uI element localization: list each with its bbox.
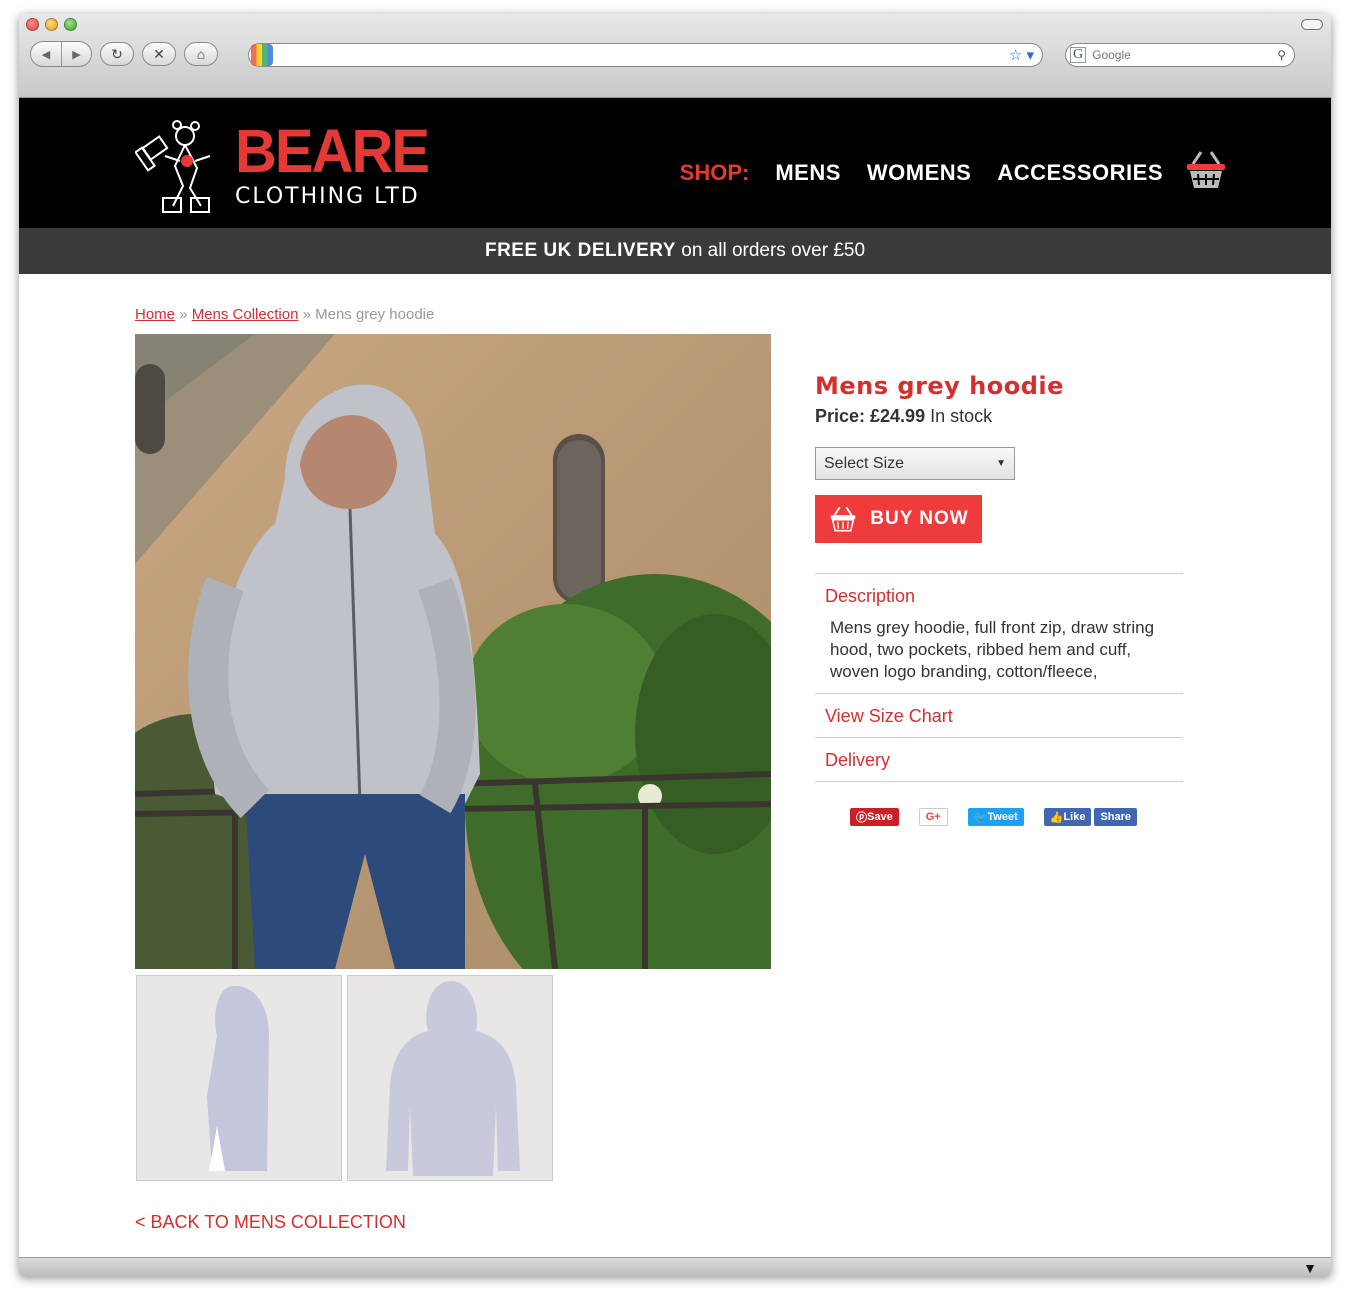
accordion-description: Description Mens grey hoodie, full front…: [815, 574, 1183, 694]
basket-icon[interactable]: [1185, 150, 1227, 190]
forward-arrow-icon[interactable]: ▶: [61, 42, 91, 66]
site-header: BEARE CLOTHING LTD SHOP: MENS WOMENS ACC…: [19, 98, 1331, 228]
reload-icon[interactable]: ↻: [100, 42, 134, 66]
address-bar[interactable]: ☆ ▾: [248, 43, 1043, 67]
back-to-collection-link[interactable]: < BACK TO MENS COLLECTION: [135, 1212, 406, 1233]
size-select[interactable]: Select Size ▼: [815, 447, 1015, 480]
facebook-share-button[interactable]: Share: [1094, 808, 1138, 826]
brand-main: BEARE: [235, 116, 430, 186]
thumbnail-back[interactable]: [347, 975, 553, 1181]
zoom-window-button[interactable]: [64, 18, 77, 31]
product-photo: [135, 334, 771, 969]
basket-icon: [830, 506, 856, 532]
breadcrumb: Home » Mens Collection » Mens grey hoodi…: [135, 306, 434, 323]
magnifier-icon[interactable]: ⚲: [1277, 48, 1286, 62]
buy-now-button[interactable]: BUY NOW: [815, 495, 982, 543]
scroll-down-icon[interactable]: ▼: [1303, 1260, 1317, 1276]
browser-window: ◀ ▶ ↻ ✕ ⌂ ☆ ▾ G ⚲: [19, 14, 1331, 1276]
browser-toolbar: ◀ ▶ ↻ ✕ ⌂ ☆ ▾ G ⚲: [19, 14, 1331, 98]
social-share-bar: ⓟ Save G+ 🐦 Tweet 👍 Like Share: [815, 808, 1183, 826]
back-arrow-icon[interactable]: ◀: [31, 42, 61, 66]
bookmark-star-icon[interactable]: ☆ ▾: [1009, 46, 1034, 64]
product-info: Mens grey hoodie Price: £24.99 In stock …: [815, 372, 1183, 826]
breadcrumb-collection[interactable]: Mens Collection: [192, 306, 299, 323]
brand-text: BEARE CLOTHING LTD: [235, 116, 430, 209]
nav-womens[interactable]: WOMENS: [867, 160, 971, 186]
accordion-delivery: Delivery: [815, 738, 1183, 782]
nav-shop-label: SHOP:: [679, 160, 750, 185]
nav-mens[interactable]: MENS: [775, 160, 841, 186]
breadcrumb-sep: »: [175, 306, 192, 323]
description-text: Mens grey hoodie, full front zip, draw s…: [830, 618, 1155, 681]
size-select-value: Select Size: [824, 454, 905, 472]
product-main-image[interactable]: [135, 334, 771, 969]
search-engine-icon[interactable]: G: [1070, 47, 1087, 63]
browser-nav-buttons: ◀ ▶ ↻ ✕ ⌂: [30, 41, 218, 67]
breadcrumb-sep: »: [298, 306, 316, 323]
promo-rest: on all orders over £50: [675, 240, 866, 261]
favicon-icon: [251, 44, 273, 66]
nav-accessories[interactable]: ACCESSORIES: [997, 160, 1163, 186]
google-plus-button[interactable]: G+: [918, 808, 948, 826]
tweet-label: Tweet: [987, 811, 1018, 823]
product-title: Mens grey hoodie: [815, 372, 1064, 400]
pinterest-label: Save: [867, 811, 893, 823]
price-value: Price: £24.99: [815, 406, 926, 426]
toolbar-toggle-button[interactable]: [1301, 19, 1323, 30]
facebook-like-button[interactable]: 👍 Like: [1043, 808, 1092, 826]
thumbs-up-icon: 👍: [1049, 811, 1064, 824]
window-controls: [26, 18, 77, 31]
minimize-window-button[interactable]: [45, 18, 58, 31]
accordion-description-title[interactable]: Description: [825, 586, 1173, 607]
search-input[interactable]: [1092, 48, 1263, 62]
bear-logo-icon: [135, 120, 211, 213]
price-line: Price: £24.99 In stock: [815, 406, 1183, 427]
like-label: Like: [1063, 811, 1086, 823]
browser-status-bar: ▼: [19, 1257, 1331, 1276]
home-icon[interactable]: ⌂: [184, 42, 218, 66]
promo-bold: FREE UK DELIVERY: [484, 240, 676, 261]
product-accordion: Description Mens grey hoodie, full front…: [815, 573, 1183, 782]
promo-banner: FREE UK DELIVERY on all orders over £50: [19, 228, 1331, 274]
pinterest-save-button[interactable]: ⓟ Save: [850, 808, 899, 826]
back-forward-group: ◀ ▶: [30, 41, 92, 67]
thumbnail-side[interactable]: [136, 975, 342, 1181]
breadcrumb-home[interactable]: Home: [135, 306, 175, 323]
pinterest-icon: ⓟ: [856, 812, 867, 824]
accordion-size-chart: View Size Chart: [815, 694, 1183, 738]
hoodie-side-icon: [207, 985, 269, 1171]
twitter-icon: 🐦: [973, 811, 988, 824]
brand-sub: CLOTHING LTD: [235, 183, 420, 209]
facebook-buttons: 👍 Like Share: [1043, 808, 1138, 826]
close-window-button[interactable]: [26, 18, 39, 31]
breadcrumb-current: Mens grey hoodie: [315, 306, 435, 323]
buy-now-label: BUY NOW: [870, 508, 969, 529]
site-logo[interactable]: BEARE CLOTHING LTD: [135, 116, 430, 216]
main-nav: SHOP: MENS WOMENS ACCESSORIES: [679, 151, 1227, 190]
tweet-button[interactable]: 🐦 Tweet: [967, 808, 1024, 826]
size-chart-link[interactable]: View Size Chart: [825, 706, 1173, 727]
dropdown-caret-icon: ▼: [996, 458, 1006, 469]
product-page: Home » Mens Collection » Mens grey hoodi…: [19, 274, 1331, 1257]
delivery-link[interactable]: Delivery: [825, 750, 1173, 771]
search-box[interactable]: G ⚲: [1065, 43, 1295, 67]
hoodie-back-icon: [386, 981, 520, 1176]
stop-icon[interactable]: ✕: [142, 42, 176, 66]
stock-status: In stock: [925, 406, 993, 426]
